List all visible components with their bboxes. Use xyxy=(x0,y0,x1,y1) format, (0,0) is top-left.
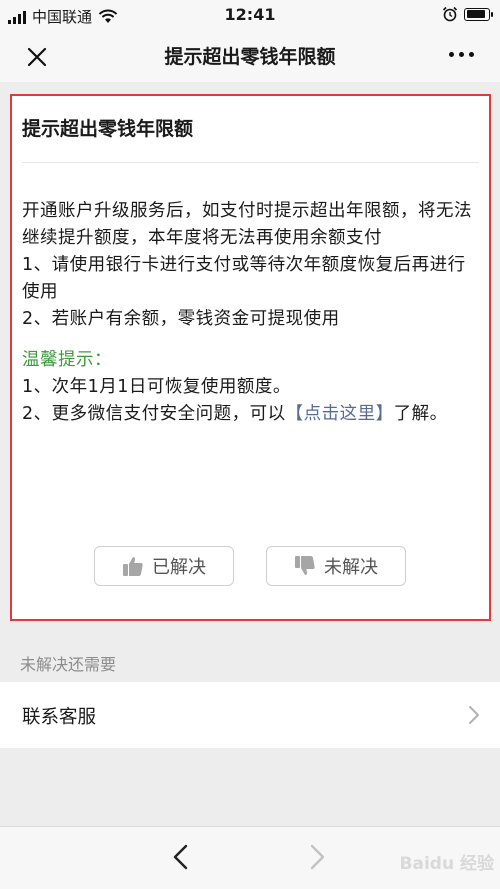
contact-label: 联系客服 xyxy=(22,707,97,728)
status-time: 12:41 xyxy=(224,5,276,24)
bottom-toolbar: Baidu 经验 xyxy=(0,826,500,889)
description-paragraph: 开通账户升级服务后，如支付时提示超出年限额，将无法继续提升额度，本年度将无法再使… xyxy=(22,201,472,248)
back-arrow-icon[interactable] xyxy=(170,843,192,871)
page-title: 提示超出零钱年限额 xyxy=(164,46,336,68)
thumbs-down-icon xyxy=(295,556,315,575)
tips-title: 温馨提示： xyxy=(22,350,112,370)
content-card: 提示超出零钱年限额 开通账户升级服务后，如支付时提示超出年限额，将无法继续提升额… xyxy=(10,94,491,621)
chevron-right-icon xyxy=(469,706,479,724)
nav-bar: 提示超出零钱年限额 xyxy=(0,30,500,82)
unresolved-button[interactable]: 未解决 xyxy=(266,546,406,586)
battery-icon xyxy=(464,7,493,21)
watermark: Baidu 经验 xyxy=(399,854,494,874)
instruction-item: 2、若账户有余额，零钱资金可提现使用 xyxy=(22,309,340,329)
status-bar: 中国联通 12:41 xyxy=(0,0,500,30)
card-body: 开通账户升级服务后，如支付时提示超出年限额，将无法继续提升额度，本年度将无法再使… xyxy=(22,198,482,428)
tip-item: 2、更多微信支付安全问题，可以【点击这里】了解。 xyxy=(22,401,482,428)
unresolved-label: 未解决 xyxy=(324,557,378,578)
alarm-icon xyxy=(442,6,458,22)
section-label: 未解决还需要 xyxy=(20,655,117,674)
resolved-label: 已解决 xyxy=(152,557,206,578)
status-right xyxy=(442,6,493,22)
tip-item: 1、次年1月1日可恢复使用额度。 xyxy=(22,377,291,397)
contact-service-row[interactable]: 联系客服 xyxy=(0,682,500,748)
card-title: 提示超出零钱年限额 xyxy=(22,118,194,140)
tip-text: 了解。 xyxy=(393,404,448,424)
thumbs-up-icon xyxy=(123,557,143,576)
divider xyxy=(22,162,479,163)
forward-arrow-icon[interactable] xyxy=(306,843,328,871)
click-here-link[interactable]: 【点击这里】 xyxy=(286,404,394,424)
resolved-button[interactable]: 已解决 xyxy=(94,546,234,586)
instruction-item: 1、请使用银行卡进行支付或等待次年额度恢复后再进行使用 xyxy=(22,255,466,302)
more-icon[interactable] xyxy=(449,52,474,57)
battery-fill xyxy=(466,10,486,18)
tip-text: 2、更多微信支付安全问题，可以 xyxy=(22,404,286,424)
